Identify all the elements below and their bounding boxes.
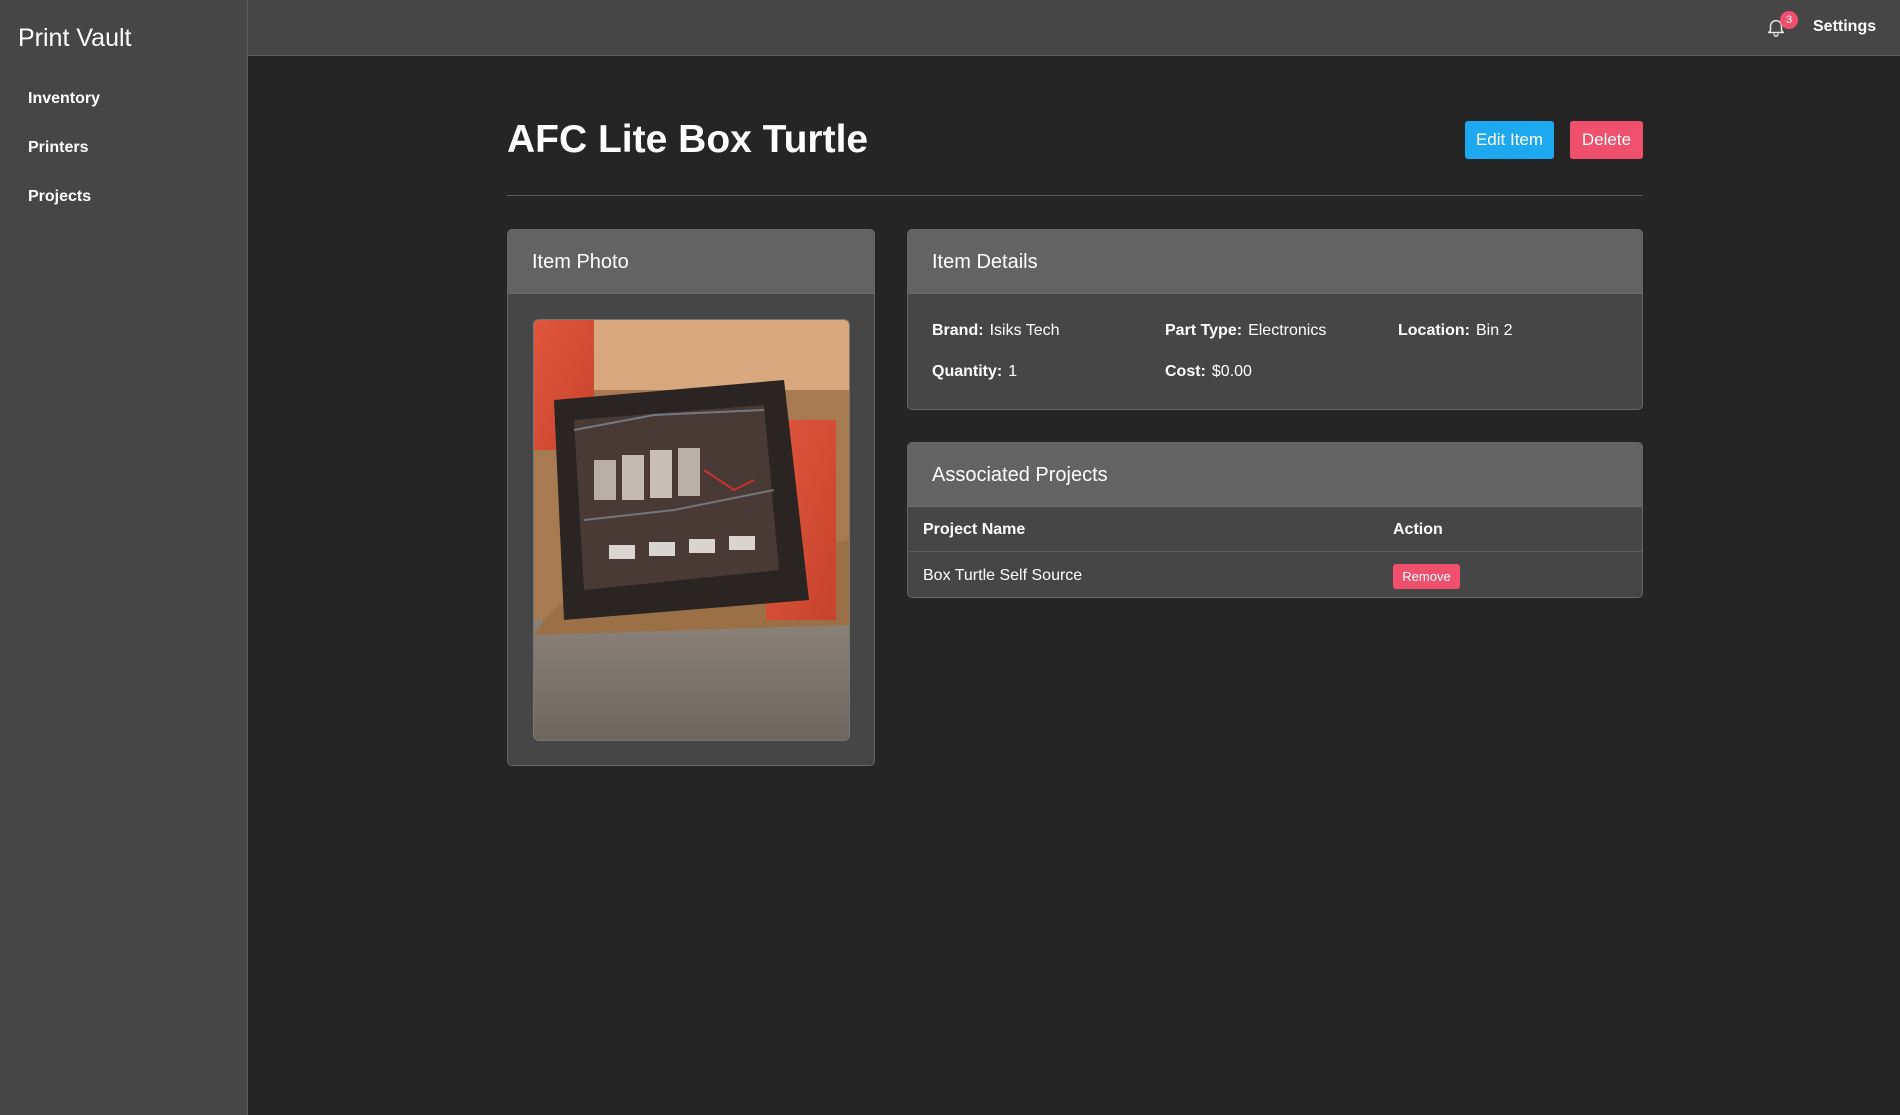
cost-value: $0.00 (1211, 363, 1252, 380)
brand-detail: Brand: Isiks Tech (932, 322, 1060, 340)
remove-project-button[interactable]: Remove (1393, 564, 1460, 589)
associated-projects-card: Associated Projects Project Name Action … (907, 442, 1643, 598)
quantity-detail: Quantity: 1 (932, 363, 1017, 381)
cost-label: Cost: (1165, 363, 1206, 380)
table-divider (908, 551, 1642, 552)
quantity-label: Quantity: (932, 363, 1003, 380)
item-details-card: Item Details Brand: Isiks Tech Part Type:… (907, 229, 1643, 410)
notification-badge: 3 (1780, 11, 1798, 29)
sidebar-nav: Inventory Printers Projects (0, 84, 248, 231)
cost-detail: Cost: $0.00 (1165, 363, 1252, 381)
brand-label: Brand: (932, 322, 984, 339)
edit-item-button[interactable]: Edit Item (1465, 121, 1554, 159)
sidebar-item-inventory[interactable]: Inventory (0, 84, 248, 133)
sidebar-item-printers[interactable]: Printers (0, 133, 248, 182)
sidebar-item-projects[interactable]: Projects (0, 182, 248, 231)
page-title: AFC Lite Box Turtle (507, 118, 869, 161)
quantity-value: 1 (1008, 363, 1018, 380)
item-photo[interactable] (533, 319, 850, 741)
part-type-detail: Part Type: Electronics (1165, 322, 1326, 340)
associated-projects-header: Associated Projects (908, 443, 1642, 507)
app-brand[interactable]: Print Vault (18, 24, 131, 53)
column-header-action: Action (1393, 521, 1443, 538)
top-bar: 3 Settings (248, 0, 1900, 56)
column-header-project-name: Project Name (923, 521, 1026, 538)
location-value: Bin 2 (1476, 322, 1513, 339)
title-divider (507, 195, 1643, 196)
item-details-header: Item Details (908, 230, 1642, 294)
part-type-value: Electronics (1248, 322, 1327, 339)
project-name-cell: Box Turtle Self Source (923, 567, 1083, 584)
delete-button[interactable]: Delete (1570, 121, 1643, 159)
item-photo-header: Item Photo (508, 230, 874, 294)
settings-link[interactable]: Settings (1813, 18, 1876, 36)
location-label: Location: (1398, 322, 1470, 339)
location-detail: Location: Bin 2 (1398, 322, 1512, 340)
sidebar: Print Vault Inventory Printers Projects (0, 0, 248, 1115)
item-photo-card: Item Photo (507, 229, 875, 766)
brand-value: Isiks Tech (989, 322, 1060, 339)
part-type-label: Part Type: (1165, 322, 1243, 339)
